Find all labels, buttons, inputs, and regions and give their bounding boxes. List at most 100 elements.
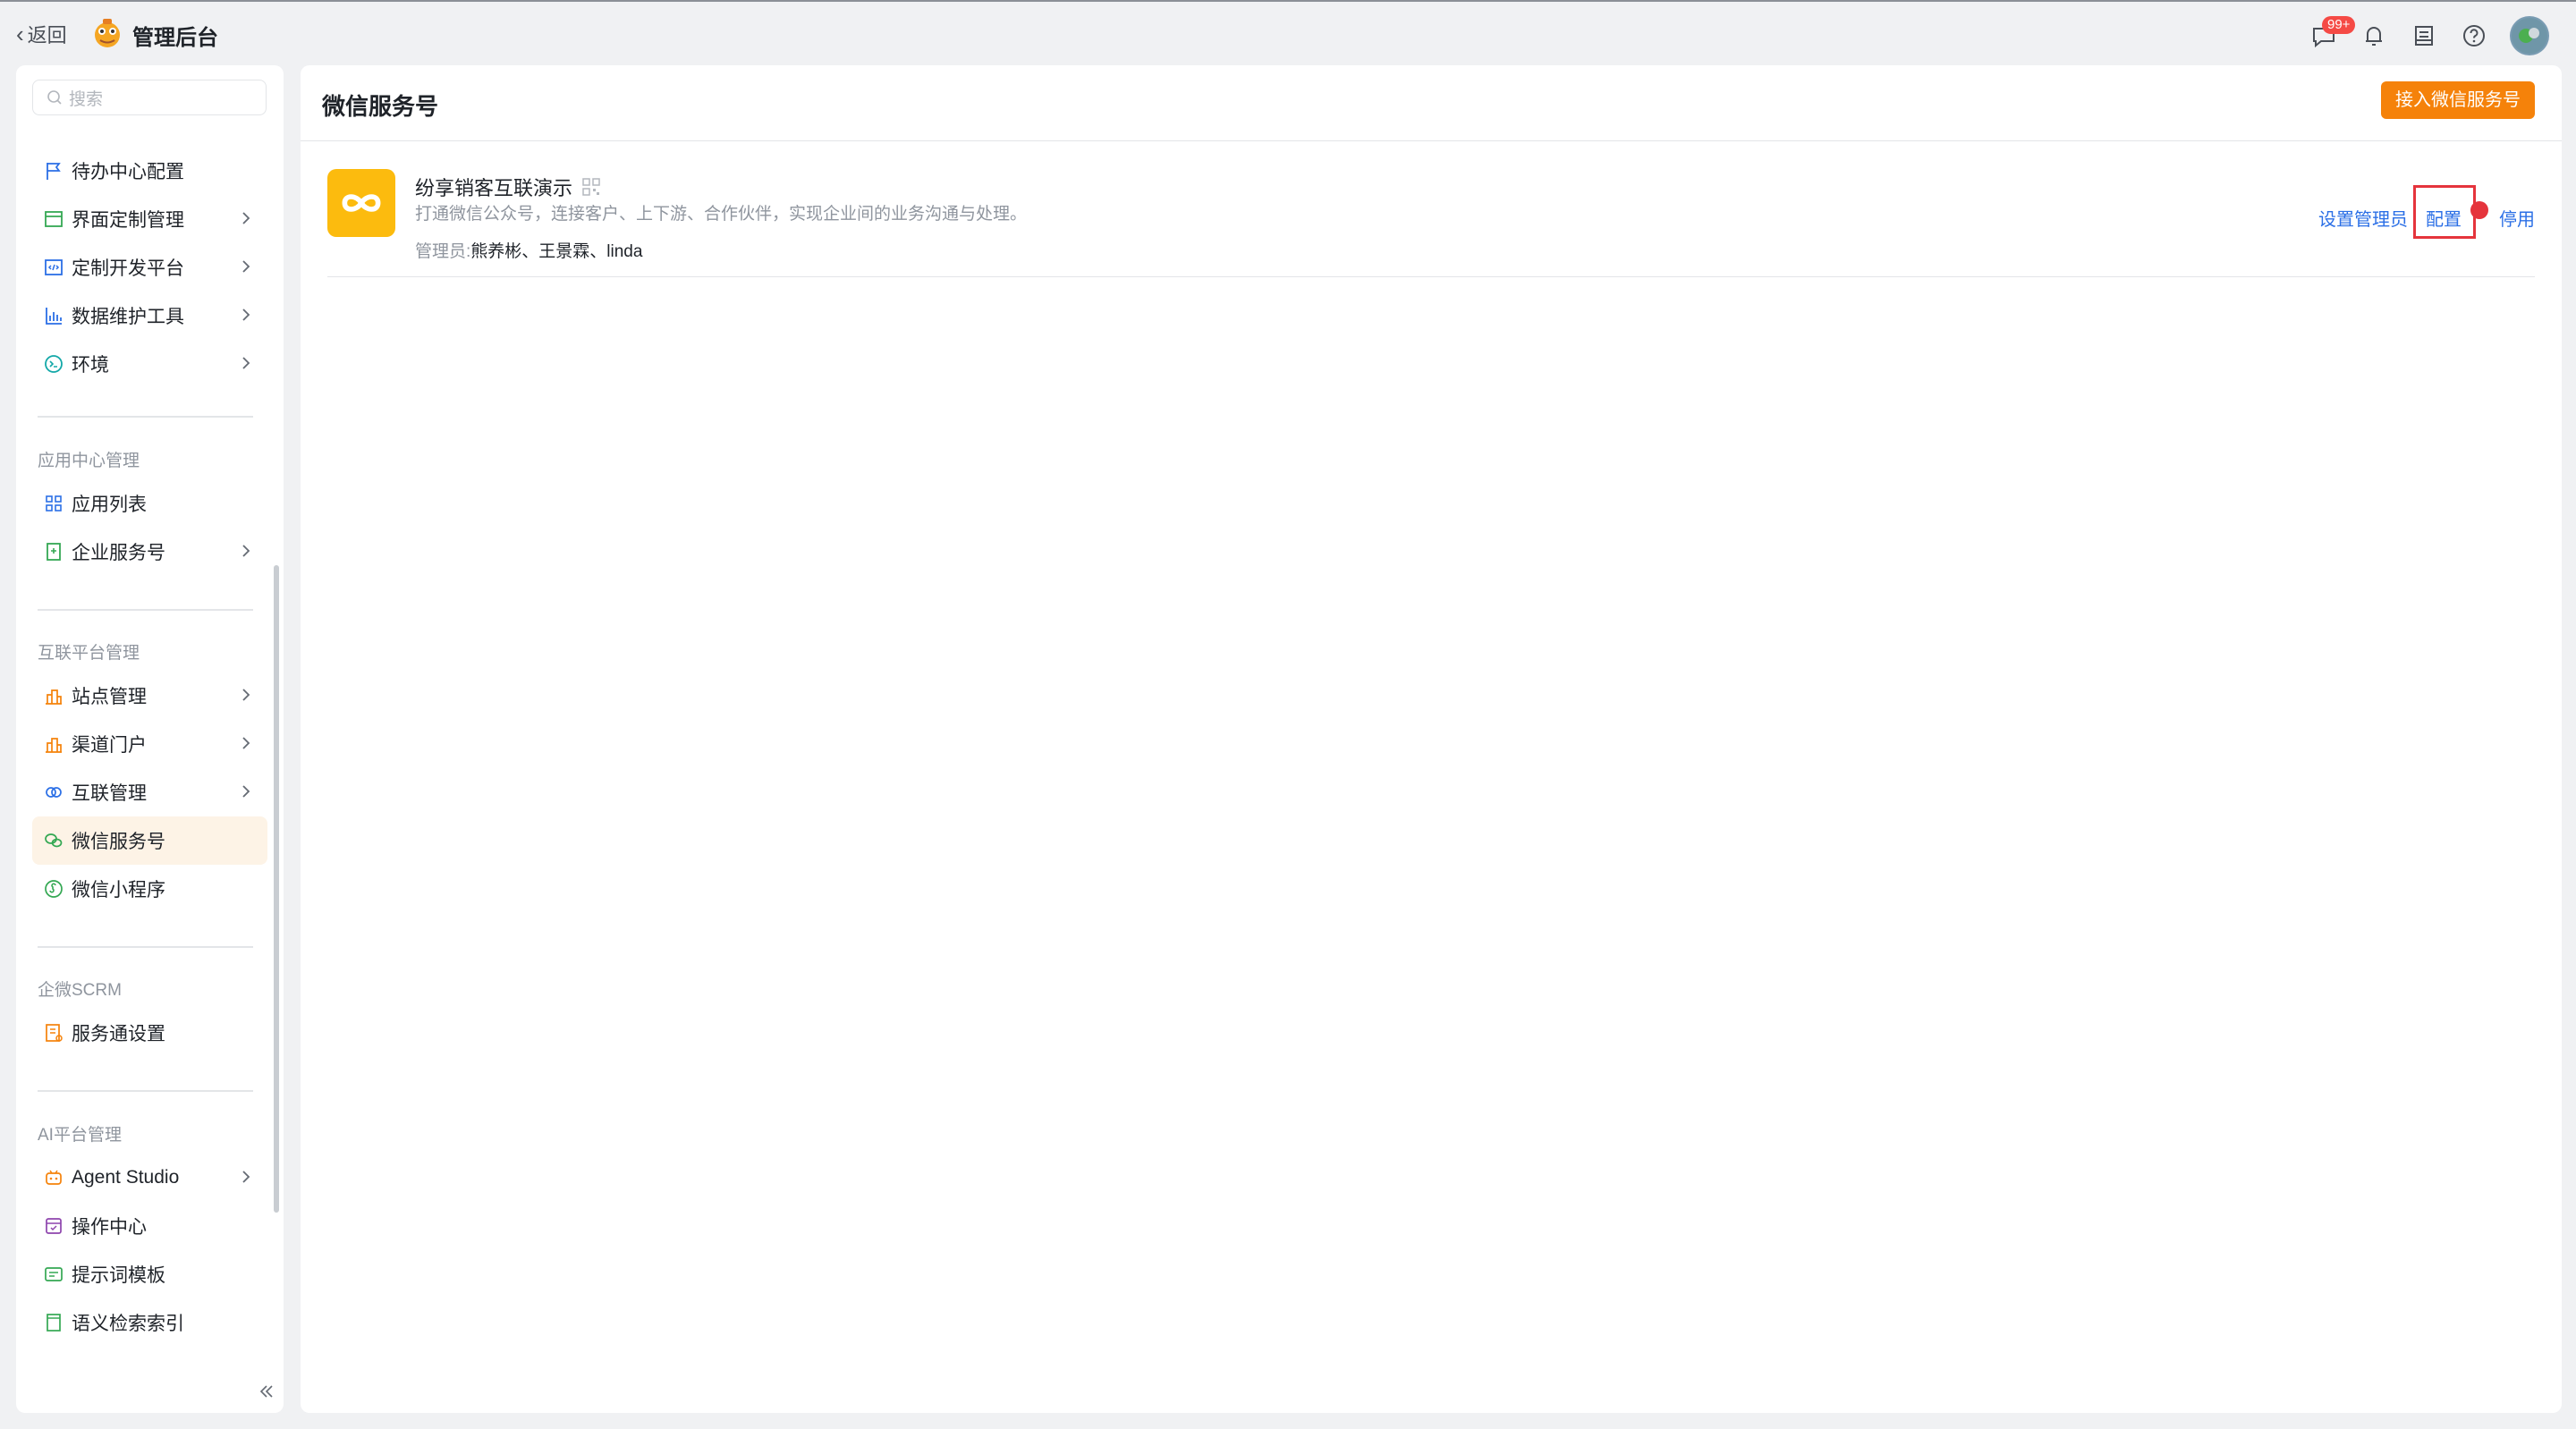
sidebar-item-agent-studio[interactable]: Agent Studio — [32, 1154, 267, 1202]
group-title-interconnect: 互联平台管理 — [38, 644, 140, 663]
sidebar-item-environment[interactable]: 环境 — [32, 340, 267, 388]
nav-app-center: 应用中心管理 应用列表 企业服务号 — [16, 444, 284, 576]
disable-link[interactable]: 停用 — [2499, 205, 2535, 231]
code-icon — [43, 257, 64, 278]
back-label: 返回 — [27, 24, 67, 47]
sidebar-item-label: 操作中心 — [72, 1217, 147, 1238]
sidebar-item-interconnect-management[interactable]: 互联管理 — [32, 768, 267, 816]
chevron-right-icon — [242, 689, 250, 701]
sidebar-item-app-list[interactable]: 应用列表 — [32, 479, 267, 528]
account-name: 纷享销客互联演示 — [415, 177, 573, 199]
top-bar: ‹ 返回 管理后台 99+ — [0, 0, 2576, 66]
account-name-row: 纷享销客互联演示 — [415, 173, 601, 201]
template-icon — [43, 1264, 64, 1285]
admins-names: 熊养彬、王景霖、linda — [470, 242, 643, 261]
collapse-sidebar-icon[interactable] — [258, 1382, 275, 1400]
environment-icon — [43, 353, 64, 375]
sidebar-item-label: 微信服务号 — [72, 832, 165, 852]
divider — [38, 946, 253, 948]
message-icon[interactable]: 99+ — [2309, 16, 2356, 50]
main-header: 微信服务号 接入微信服务号 — [301, 65, 2562, 141]
sidebar-item-wechat-mini-program[interactable]: 微信小程序 — [32, 865, 267, 913]
sidebar-item-prompt-template[interactable]: 提示词模板 — [32, 1250, 267, 1298]
sidebar-item-dev-platform[interactable]: 定制开发平台 — [32, 243, 267, 292]
search-icon — [47, 90, 62, 105]
page-title: 微信服务号 — [322, 93, 439, 120]
flag-icon — [43, 160, 64, 182]
account-logo — [327, 169, 395, 237]
avatar[interactable] — [2510, 16, 2549, 55]
sidebar-item-label: 提示词模板 — [72, 1265, 165, 1286]
inbox-icon[interactable] — [2410, 21, 2438, 50]
sidebar-item-label: 渠道门户 — [72, 735, 147, 756]
chevron-right-icon — [242, 545, 250, 557]
qrcode-icon[interactable] — [581, 177, 601, 197]
sidebar-item-label: 环境 — [72, 355, 109, 376]
sidebar-item-label: 企业服务号 — [72, 543, 165, 563]
divider — [38, 609, 253, 611]
group-title-app-center: 应用中心管理 — [38, 452, 140, 470]
sidebar-item-label: 待办中心配置 — [72, 162, 184, 182]
sidebar-item-todo-config[interactable]: 待办中心配置 — [32, 147, 267, 195]
sidebar-item-label: 服务通设置 — [72, 1024, 165, 1044]
sidebar-item-label: 语义检索索引 — [72, 1314, 184, 1334]
link-rings-icon — [43, 782, 64, 803]
robot-icon — [43, 1167, 64, 1188]
nav-top: 待办中心配置 界面定制管理 定制开发平台 数据维护工具 环境 — [16, 147, 284, 388]
account-actions: 设置管理员 配置 停用 — [2318, 185, 2535, 239]
group-title-scrm: 企微SCRM — [38, 981, 122, 1000]
sidebar-item-ui-custom[interactable]: 界面定制管理 — [32, 195, 267, 243]
add-wechat-service-account-button[interactable]: 接入微信服务号 — [2381, 81, 2535, 119]
account-row: 纷享销客互联演示 打通微信公众号，连接客户、上下游、合作伙伴，实现企业间的业务沟… — [327, 169, 2535, 277]
chevron-right-icon — [242, 357, 250, 369]
chevron-right-icon — [242, 1171, 250, 1183]
portal-icon — [43, 733, 64, 755]
app-logo — [91, 17, 123, 49]
sidebar-item-site-management[interactable]: 站点管理 — [32, 672, 267, 720]
sidebar-item-enterprise-account[interactable]: 企业服务号 — [32, 528, 267, 576]
infinity-icon — [342, 194, 381, 212]
sidebar-item-label: 互联管理 — [72, 783, 147, 804]
notification-dot — [2470, 201, 2488, 219]
sidebar-item-label: 界面定制管理 — [72, 210, 184, 231]
chevron-left-icon: ‹ — [16, 20, 24, 47]
sidebar-item-label: 应用列表 — [72, 495, 147, 515]
nav-interconnect: 互联平台管理 站点管理 渠道门户 互联管理 微信服务号 微信小程序 — [16, 636, 284, 913]
highlight-box — [2413, 185, 2476, 239]
app-title: 管理后台 — [132, 26, 218, 50]
sidebar-item-operation-center[interactable]: 操作中心 — [32, 1202, 267, 1250]
sidebar-item-data-tools[interactable]: 数据维护工具 — [32, 292, 267, 340]
enterprise-icon — [43, 541, 64, 562]
index-icon — [43, 1312, 64, 1333]
back-button[interactable]: ‹ 返回 — [16, 20, 67, 48]
sidebar-item-service-settings[interactable]: 服务通设置 — [32, 1009, 267, 1057]
operation-icon — [43, 1215, 64, 1237]
nav-ai: AI平台管理 Agent Studio 操作中心 提示词模板 语义检索索引 — [16, 1118, 284, 1347]
nav-scrm: 企微SCRM 服务通设置 — [16, 973, 284, 1057]
help-icon[interactable] — [2460, 21, 2488, 50]
sidebar-item-semantic-index[interactable]: 语义检索索引 — [32, 1298, 267, 1347]
group-title-ai: AI平台管理 — [38, 1126, 122, 1145]
layout-icon — [43, 208, 64, 230]
bar-chart-icon — [43, 305, 64, 326]
bell-icon[interactable] — [2360, 21, 2388, 50]
sidebar-item-label: 数据维护工具 — [72, 307, 184, 327]
search-input[interactable]: 搜索 — [32, 80, 267, 115]
admins-label: 管理员: — [415, 242, 471, 261]
account-admins: 管理员:熊养彬、王景霖、linda — [415, 238, 642, 262]
divider — [38, 416, 253, 418]
grid-icon — [43, 493, 64, 514]
site-icon — [43, 685, 64, 706]
service-settings-icon — [43, 1022, 64, 1044]
chevron-right-icon — [242, 260, 250, 273]
chevron-right-icon — [242, 309, 250, 321]
sidebar-item-wechat-service-account[interactable]: 微信服务号 — [32, 816, 267, 865]
configure-wrapper: 配置 — [2413, 185, 2488, 239]
sidebar-item-label: 站点管理 — [72, 687, 147, 707]
message-badge: 99+ — [2322, 16, 2356, 34]
set-admin-link[interactable]: 设置管理员 — [2318, 205, 2408, 231]
sidebar-scrollbar[interactable] — [274, 565, 279, 1213]
chevron-right-icon — [242, 212, 250, 224]
sidebar-item-label: 定制开发平台 — [72, 258, 184, 279]
sidebar-item-channel-portal[interactable]: 渠道门户 — [32, 720, 267, 768]
